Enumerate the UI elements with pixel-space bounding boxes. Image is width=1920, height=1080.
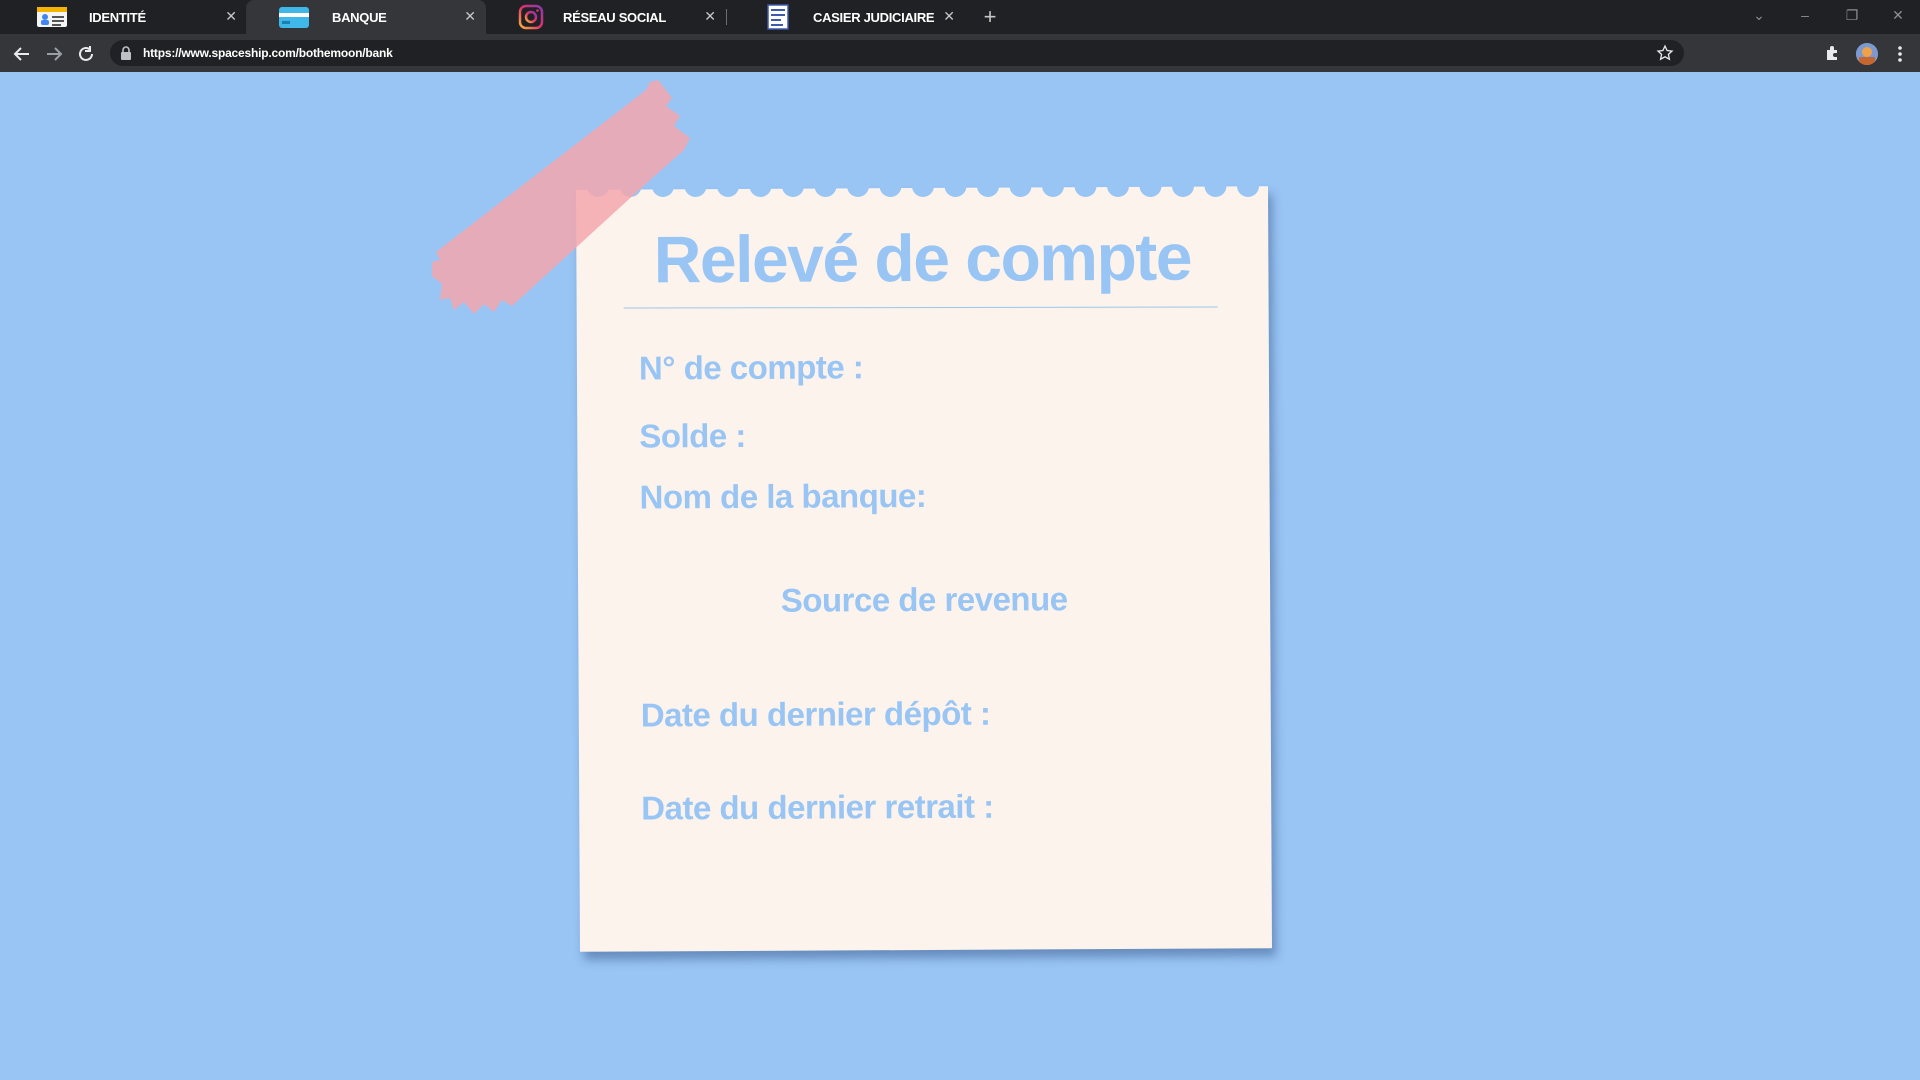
last-deposit-label: Date du dernier dépôt : — [640, 694, 991, 734]
paper-scallop — [1107, 175, 1129, 197]
paper-scallop — [1237, 175, 1259, 197]
id-card-icon — [37, 7, 67, 27]
bookmark-star-icon[interactable] — [1656, 44, 1674, 62]
close-tab-icon[interactable]: ✕ — [223, 8, 239, 24]
document-icon — [767, 4, 789, 30]
close-window-icon[interactable]: ✕ — [1886, 5, 1910, 25]
address-bar[interactable]: https://www.spaceship.com/bothemoon/bank — [110, 40, 1684, 66]
tab-identite[interactable]: IDENTITÉ ✕ — [0, 0, 246, 34]
tab-banque[interactable]: BANQUE ✕ — [246, 0, 486, 34]
reload-icon[interactable] — [75, 43, 97, 65]
paper-scallop — [1204, 175, 1227, 197]
tab-label: BANQUE — [332, 10, 387, 25]
paper-scallop — [1074, 175, 1097, 197]
washi-tape — [432, 80, 690, 314]
paper-scallop — [1172, 175, 1194, 197]
back-arrow-icon[interactable] — [11, 43, 33, 65]
balance-label: Solde : — [639, 416, 746, 455]
tab-casier-judiciaire[interactable]: CASIER JUDICIAIRE ✕ — [727, 0, 967, 34]
paper-scallop — [749, 175, 772, 197]
minimize-icon[interactable]: – — [1793, 5, 1817, 25]
last-withdrawal-label: Date du dernier retrait : — [641, 787, 994, 827]
tab-reseau-social[interactable]: RÉSEAU SOCIAL ✕ — [486, 0, 726, 34]
browser-toolbar: https://www.spaceship.com/bothemoon/bank — [0, 34, 1920, 72]
account-number-label: N° de compte : — [638, 348, 864, 387]
lock-icon — [121, 46, 131, 60]
tab-search-icon[interactable]: ⌄ — [1747, 5, 1771, 25]
close-tab-icon[interactable]: ✕ — [941, 8, 957, 24]
tab-label: IDENTITÉ — [89, 10, 146, 25]
more-menu-icon[interactable] — [1890, 44, 1910, 64]
url-text: https://www.spaceship.com/bothemoon/bank — [143, 46, 393, 60]
paper-scallop — [1042, 175, 1064, 197]
tab-label: RÉSEAU SOCIAL — [563, 10, 667, 25]
forward-arrow-icon[interactable] — [43, 43, 65, 65]
bank-card-icon — [279, 7, 309, 28]
new-tab-button[interactable]: + — [978, 5, 1002, 29]
paper-scallop — [1009, 175, 1032, 197]
paper-scallop — [879, 175, 902, 197]
restore-icon[interactable]: ❐ — [1840, 5, 1864, 25]
close-tab-icon[interactable]: ✕ — [702, 8, 718, 24]
paper-scallop — [912, 175, 934, 197]
paper-scallop — [1139, 175, 1162, 197]
extensions-puzzle-icon[interactable] — [1823, 43, 1843, 63]
paper-scallop — [944, 175, 967, 197]
bank-name-label: Nom de la banque: — [639, 476, 927, 516]
paper-scallop — [782, 175, 804, 197]
avatar-image-icon — [1856, 43, 1878, 65]
paper-scallop — [977, 175, 999, 197]
page-background: Relevé de compte N° de compte : Solde : … — [0, 72, 1920, 1080]
close-tab-icon[interactable]: ✕ — [462, 8, 478, 24]
paper-scallop — [847, 175, 869, 197]
income-source-heading: Source de revenue — [780, 580, 1068, 619]
profile-avatar[interactable] — [1856, 43, 1878, 65]
tab-bar: IDENTITÉ ✕ BANQUE ✕ RÉSEAU SOCIAL ✕ CASI… — [0, 0, 1920, 34]
instagram-icon — [518, 4, 544, 30]
paper-scallop — [814, 175, 837, 197]
tab-label: CASIER JUDICIAIRE — [813, 10, 935, 25]
